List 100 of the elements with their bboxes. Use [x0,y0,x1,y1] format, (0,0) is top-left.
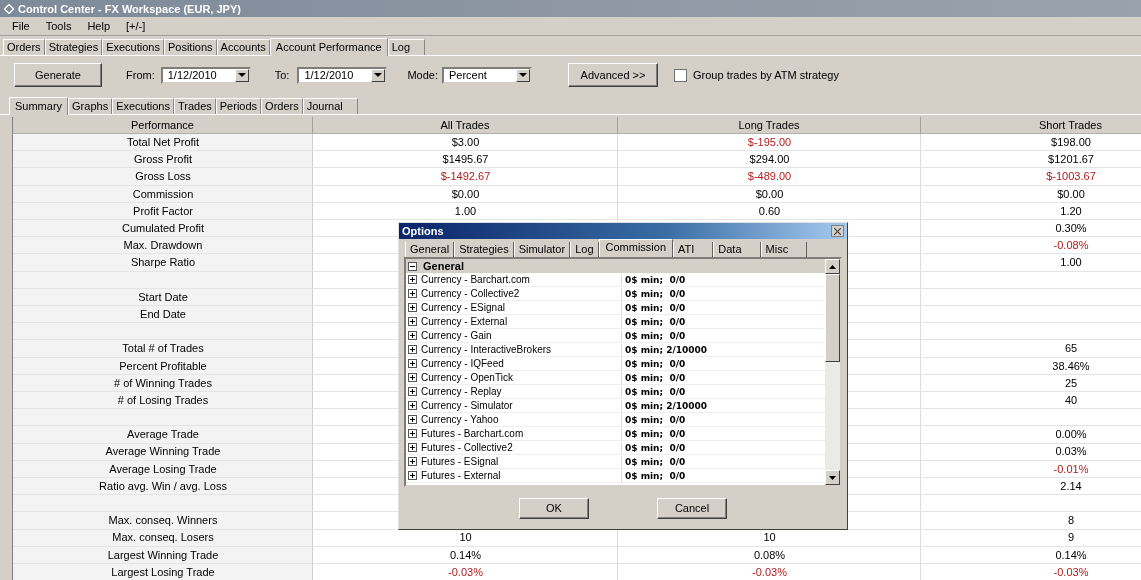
tab[interactable]: Strategies [44,39,103,55]
tab[interactable]: Periods [215,98,262,114]
expand-icon[interactable] [408,345,417,354]
tab[interactable]: Orders [3,39,45,55]
menu-item[interactable]: Tools [45,20,72,32]
dialog-title: Options [402,225,444,237]
column-header[interactable]: Short Trades [921,117,1141,133]
expand-icon[interactable] [408,331,417,340]
table-cell: 0.30% [1055,222,1087,235]
menu-item[interactable]: Help [87,20,111,32]
collapse-icon[interactable] [408,261,417,271]
tab[interactable]: Commission [598,239,673,257]
expand-icon[interactable] [408,471,417,480]
column-header[interactable]: Long Trades [618,117,921,133]
tab[interactable]: Executions [112,98,174,114]
row-label: Max. conseq. Losers [112,531,214,544]
row-label: End Date [140,307,186,320]
expand-icon[interactable] [408,429,417,438]
property-value[interactable]: 0$ min; 0/0 [622,371,686,384]
dialog-button[interactable]: Cancel [657,497,727,519]
expand-icon[interactable] [408,303,417,312]
tab[interactable]: Trades [173,98,216,114]
property-value[interactable]: 0$ min; 0/0 [622,455,686,468]
tab[interactable]: Journal [302,98,358,114]
expand-icon[interactable] [408,457,417,466]
property-name[interactable]: Futures - External [421,469,622,482]
property-name[interactable]: Currency - Collective2 [421,287,622,300]
menu-item[interactable]: File [12,20,30,32]
caret-icon [237,73,246,77]
row-label: # of Losing Trades [117,393,209,406]
property-name[interactable]: Currency - Gain [421,329,622,342]
property-name[interactable]: Currency - Barchart.com [421,273,622,286]
property-name[interactable]: Currency - Yahoo [421,413,622,426]
table-cell: $-489.00 [747,170,792,183]
property-name[interactable]: Currency - OpenTick [421,371,622,384]
property-value[interactable]: 0$ min; 0/0 [622,329,686,342]
mode-dropdown[interactable]: Percent [442,66,532,84]
property-value[interactable]: 0$ min; 0/0 [622,469,686,482]
dialog-button[interactable]: OK [519,497,589,519]
caret-icon [519,73,527,77]
table-cell: 10 [763,531,776,544]
property-name[interactable]: Currency - ESignal [421,301,622,314]
row-label: Sharpe Ratio [130,256,196,269]
expand-icon[interactable] [408,275,417,284]
expand-icon[interactable] [408,415,417,424]
column-header[interactable]: Performance [13,117,313,133]
property-value[interactable]: 0$ min; 0/0 [622,315,686,328]
tab[interactable]: Summary [9,97,69,115]
window-title: Control Center - FX Workspace (EUR, JPY) [18,2,241,15]
advanced-button[interactable]: Advanced >> [568,63,658,87]
property-value[interactable]: 0$ min; 0/0 [622,427,686,440]
property-value[interactable]: 0$ min; 0/0 [622,273,686,286]
expand-icon[interactable] [408,289,417,298]
table-cell: -0.03% [1053,565,1089,578]
table-cell: $198.00 [1051,136,1091,149]
table-cell: $-1492.67 [440,170,491,183]
table-cell: -0.08% [1053,239,1089,252]
table-cell: 1.20 [1060,204,1082,217]
expand-icon[interactable] [408,317,417,326]
scroll-thumb[interactable] [825,274,840,362]
property-value[interactable]: 0$ min; 0/0 [622,441,686,454]
expand-icon[interactable] [408,443,417,452]
expand-icon[interactable] [408,387,417,396]
table-cell: $1201.67 [1048,153,1094,166]
property-name[interactable]: Currency - External [421,315,622,328]
tab[interactable]: Positions [163,39,217,55]
property-value[interactable]: 0$ min; 2/10000 [622,399,708,412]
tab[interactable]: Graphs [68,98,113,114]
property-value[interactable]: 0$ min; 0/0 [622,385,686,398]
property-value[interactable]: 0$ min; 0/0 [622,357,686,370]
tab[interactable]: Orders [261,98,303,114]
row-label: Gross Profit [133,153,193,166]
from-date-field[interactable]: 1/12/2010 [160,66,251,84]
tab[interactable]: Log [387,39,425,55]
property-name[interactable]: Futures - Barchart.com [421,427,622,440]
row-label: # of Winning Trades [114,376,212,389]
tab[interactable]: Account Performance [269,38,388,56]
expand-icon[interactable] [408,373,417,382]
to-date-field[interactable]: 1/12/2010 [297,66,388,84]
property-name[interactable]: Futures - Collective2 [421,441,622,454]
property-name[interactable]: Currency - IQFeed [421,357,622,370]
property-name[interactable]: Currency - Simulator [421,399,622,412]
menu-item[interactable]: [+/-] [126,20,146,32]
property-value[interactable]: 0$ min; 0/0 [622,287,686,300]
generate-button[interactable]: Generate [14,63,102,87]
property-name[interactable]: Currency - Replay [421,385,622,398]
property-value[interactable]: 0$ min; 0/0 [622,301,686,314]
property-name[interactable]: Currency - InteractiveBrokers [421,343,622,356]
close-icon[interactable] [831,225,844,237]
tab[interactable]: Accounts [216,39,270,55]
column-header[interactable]: All Trades [313,117,618,133]
scrollbar[interactable] [825,259,840,485]
property-value[interactable]: 0$ min; 0/0 [622,413,686,426]
property-name[interactable]: Futures - ESignal [421,455,622,468]
checkbox[interactable] [674,68,687,82]
expand-icon[interactable] [408,359,417,368]
expand-icon[interactable] [408,401,417,410]
property-value[interactable]: 0$ min; 2/10000 [622,343,708,356]
row-label: Profit Factor [133,204,193,217]
tab[interactable]: Executions [102,39,164,55]
